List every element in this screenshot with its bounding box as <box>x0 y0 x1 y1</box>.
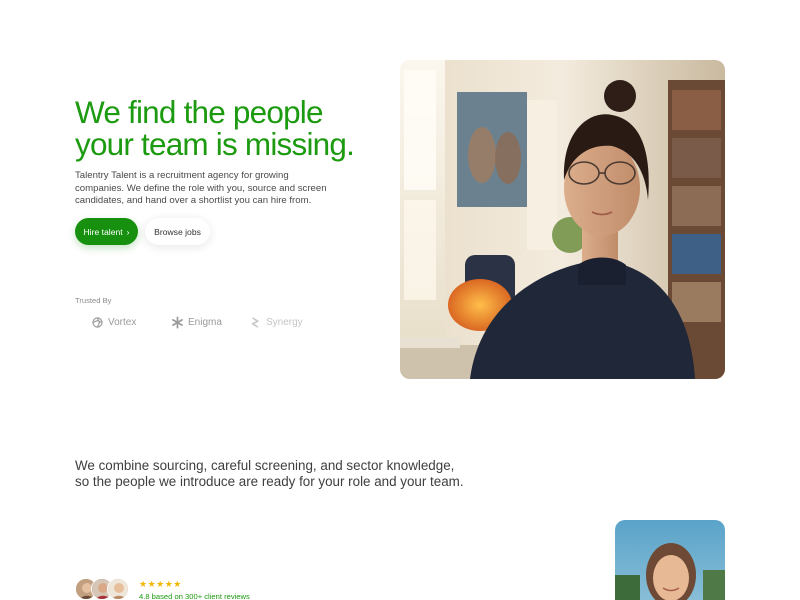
hero-portrait-image <box>400 60 725 379</box>
mission-line-2: so the people we introduce are ready for… <box>75 474 464 489</box>
hire-talent-label: Hire talent <box>83 226 123 237</box>
hire-talent-button[interactable]: Hire talent › <box>75 218 138 245</box>
rating-text: 4.8 based on 300+ client reviews <box>139 592 250 600</box>
logo-synergy: Synergy <box>251 316 303 329</box>
reviewer-avatars <box>75 578 135 600</box>
logo-enigma: Enigma <box>171 316 222 329</box>
enigma-logo-icon <box>172 316 183 329</box>
testimonial-portrait-image <box>615 520 725 600</box>
synergy-logo-icon <box>251 317 259 328</box>
avatar <box>107 578 129 600</box>
vortex-logo-text: Vortex <box>108 317 137 328</box>
enigma-logo-text: Enigma <box>188 317 222 328</box>
browse-jobs-label: Browse jobs <box>154 226 201 237</box>
mission-line-1: We combine sourcing, careful screening, … <box>75 458 455 473</box>
synergy-logo-text: Synergy <box>266 317 303 328</box>
hero-description: Talentry Talent is a recruitment agency … <box>75 170 327 207</box>
browse-jobs-button[interactable]: Browse jobs <box>145 218 210 245</box>
rating-stars: ★★★★★ <box>139 579 182 589</box>
chevron-right-icon: › <box>126 226 130 237</box>
vortex-logo-icon <box>92 317 103 328</box>
trusted-by-label: Trusted By <box>75 296 112 305</box>
mission-statement: We combine sourcing, careful screening, … <box>75 458 505 490</box>
hero-title: We find the people your team is missing. <box>75 96 395 160</box>
hero-title-line-1: We find the people <box>75 94 324 130</box>
logo-vortex: Vortex <box>91 316 136 329</box>
hero-title-line-2: your team is missing. <box>75 126 355 162</box>
